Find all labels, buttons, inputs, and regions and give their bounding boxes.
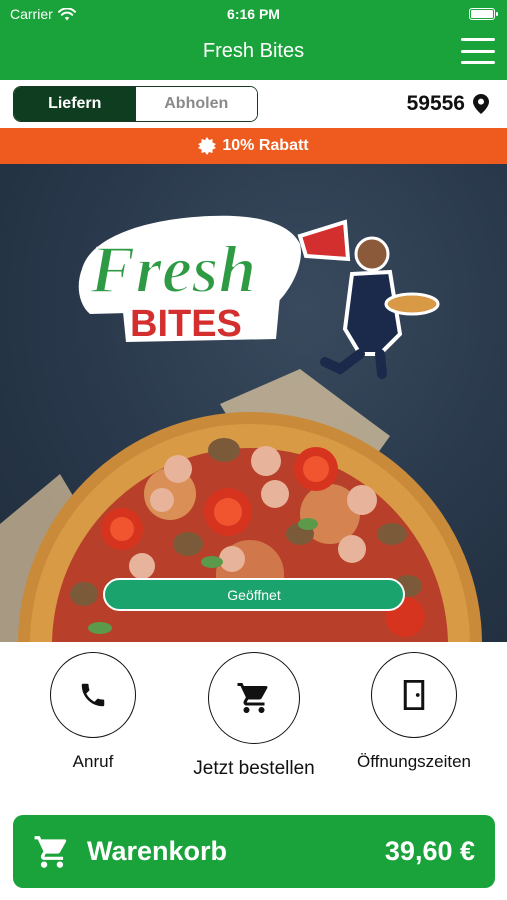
opening-hours-button[interactable]	[371, 652, 457, 738]
order-action[interactable]: Jetzt bestellen	[188, 652, 320, 780]
menu-line-icon	[461, 49, 495, 53]
discount-badge-icon	[198, 137, 217, 155]
cart-icon	[34, 835, 67, 868]
page-title: Fresh Bites	[202, 40, 305, 62]
cart-label: Warenkorb	[87, 836, 228, 866]
svg-text:Fresh: Fresh	[89, 231, 256, 307]
location-selector[interactable]: 59556	[407, 92, 489, 116]
hero-image: Fresh BITES	[0, 164, 507, 642]
delivery-tab[interactable]: Liefern	[14, 87, 136, 121]
call-action[interactable]: Anruf	[48, 652, 138, 772]
map-pin-icon	[473, 94, 489, 114]
cart-bar[interactable]: Warenkorb 39,60 €	[13, 815, 495, 888]
opening-hours-label: Öffnungszeiten	[356, 752, 472, 771]
cart-total: 39,60 €	[384, 836, 475, 866]
hamburger-menu-button[interactable]	[461, 38, 495, 64]
mascot-illustration	[297, 219, 440, 379]
discount-banner[interactable]: 10% Rabatt	[0, 128, 507, 164]
status-time: 6:16 PM	[227, 6, 280, 22]
zip-code: 59556	[406, 92, 465, 115]
cart-icon	[237, 683, 268, 713]
order-label: Jetzt bestellen	[193, 758, 315, 779]
order-button[interactable]	[208, 652, 300, 744]
call-label: Anruf	[72, 752, 114, 771]
phone-icon	[81, 683, 105, 707]
action-row: Anruf Jetzt bestellen Öffnungszeiten	[0, 642, 507, 802]
top-bar: Carrier 6:16 PM Fresh Bites	[0, 0, 507, 80]
mode-bar: Liefern Abholen 59556	[0, 80, 507, 128]
status-bar: Carrier 6:16 PM	[0, 0, 507, 28]
pickup-tab[interactable]: Abholen	[135, 87, 257, 121]
call-button[interactable]	[50, 652, 136, 738]
pizza-illustration: Fresh BITES	[0, 215, 482, 642]
delivery-mode-toggle: Liefern Abholen	[13, 86, 258, 122]
battery-icon	[469, 8, 498, 20]
opening-hours-action[interactable]: Öffnungszeiten	[352, 652, 476, 772]
door-icon	[403, 680, 425, 710]
svg-text:BITES: BITES	[130, 303, 242, 345]
open-status-button[interactable]: Geöffnet	[103, 578, 405, 611]
brand-logo: Fresh BITES	[78, 215, 301, 345]
menu-line-icon	[461, 61, 495, 64]
menu-line-icon	[461, 38, 495, 41]
discount-text: 10% Rabatt	[222, 137, 309, 154]
